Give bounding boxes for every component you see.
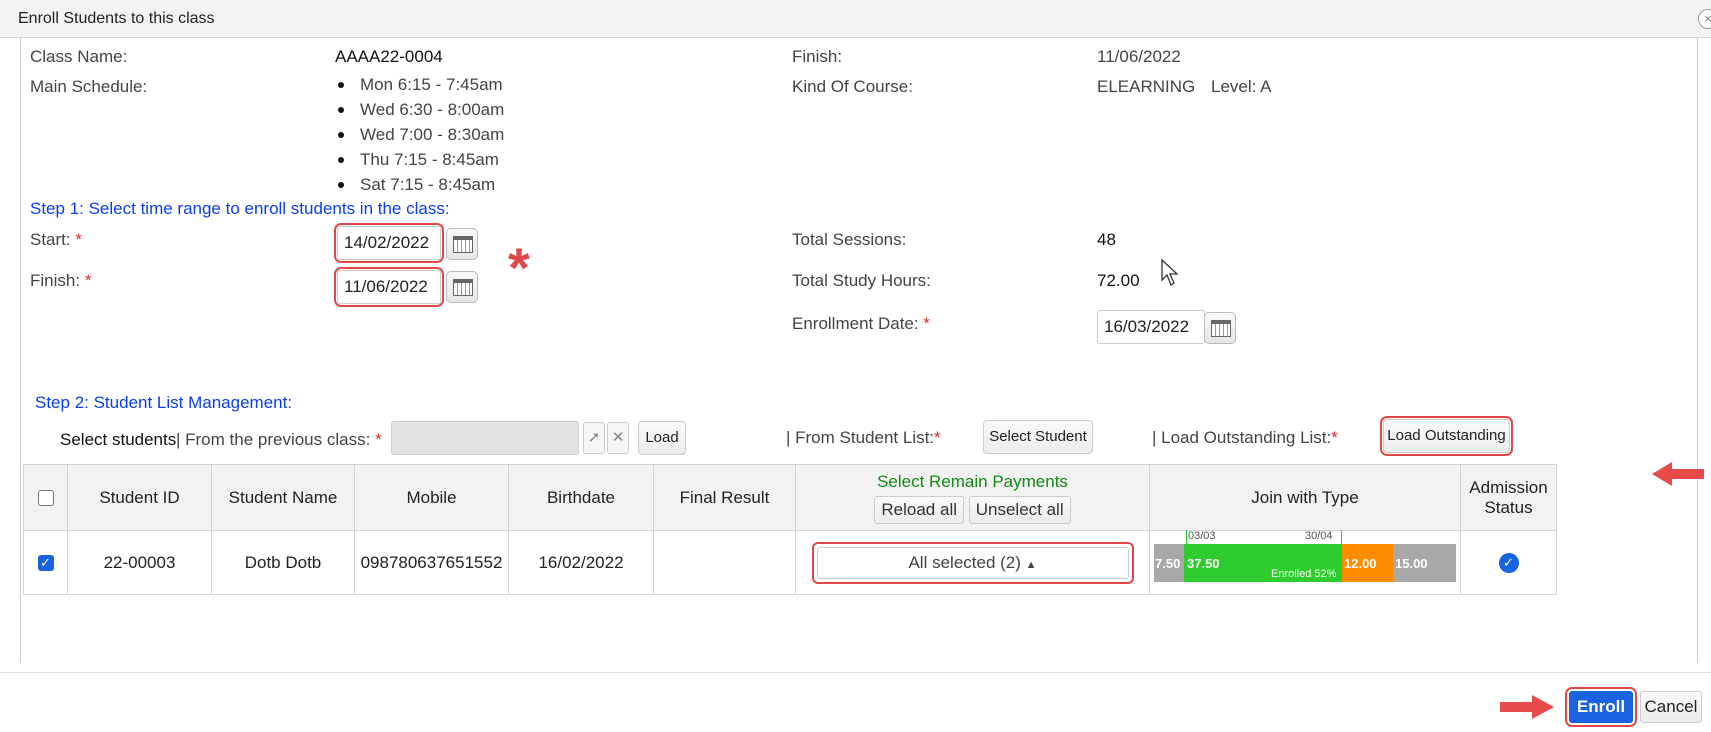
col-student-name: Student Name [211, 464, 355, 531]
enroll-button[interactable]: Enroll [1569, 691, 1633, 723]
cell-student-id: 22-00003 [67, 530, 212, 595]
caret-up-icon: ▲ [1025, 558, 1037, 571]
select-students-label: Select students [60, 430, 177, 449]
col-join-type: Join with Type [1149, 464, 1461, 531]
cell-join-type: 7.50 37.50 Enrolled 52% 12.00 15.00 03/0… [1149, 529, 1461, 595]
reload-all-button[interactable]: Reload all [874, 495, 964, 524]
marker-line [1186, 529, 1187, 546]
remain-payments-title: Select Remain Payments [877, 471, 1068, 491]
schedule-list: Mon 6:15 - 7:45am Wed 6:30 - 8:00am Wed … [334, 72, 504, 197]
col-student-id: Student ID [67, 464, 212, 531]
kind-of-course-value: ELEARNING [1097, 77, 1196, 96]
schedule-item: Thu 7:15 - 8:45am [334, 147, 504, 172]
table-row[interactable]: ✓ 22-00003 Dotb Dotb 098780637651552 16/… [23, 529, 1557, 595]
students-table: Student ID Student Name Mobile Birthdate… [23, 464, 1557, 595]
cell-admission-status: ✓ [1460, 530, 1557, 595]
class-name-value: AAAA22-0004 [335, 47, 443, 66]
unselect-all-button[interactable]: Unselect all [968, 495, 1071, 524]
pointer-icon[interactable]: ➚ [583, 422, 605, 454]
cancel-button[interactable]: Cancel [1640, 691, 1702, 723]
col-mobile: Mobile [354, 464, 509, 531]
step1-heading: Step 1: Select time range to enroll stud… [30, 199, 450, 218]
join-segment: 12.00 [1342, 543, 1393, 582]
total-sessions-label: Total Sessions: [792, 230, 907, 249]
enrollment-date-input[interactable]: 16/03/2022 [1097, 310, 1205, 344]
finish-date-input[interactable]: 11/06/2022 [337, 270, 441, 304]
from-previous-class-label: | From the previous class: * [176, 430, 382, 449]
schedule-item: Sat 7:15 - 8:45am [334, 172, 504, 197]
step2-heading: Step 2: Student List Management: [35, 393, 293, 412]
load-outstanding-button[interactable]: Load Outstanding [1383, 419, 1510, 453]
join-segment: 15.00 [1393, 543, 1456, 582]
row-select-cell[interactable]: ✓ [23, 530, 68, 595]
dialog-content: Class Name: AAAA22-0004 Finish: 11/06/20… [20, 38, 1698, 663]
clear-icon[interactable]: ✕ [607, 422, 629, 454]
footer-divider [0, 672, 1711, 673]
previous-class-input[interactable] [391, 421, 579, 455]
marker-line [1341, 529, 1342, 546]
finish-value: 11/06/2022 [1097, 47, 1181, 66]
schedule-item: Mon 6:15 - 7:45am [334, 72, 504, 97]
main-schedule-label: Main Schedule: [30, 77, 148, 96]
cell-birthdate: 16/02/2022 [508, 530, 654, 595]
cell-student-name: Dotb Dotb [211, 530, 355, 595]
start-date-input[interactable]: 14/02/2022 [337, 226, 441, 260]
col-final-result: Final Result [653, 464, 796, 531]
calendar-icon[interactable] [446, 271, 478, 303]
join-segment: 7.50 [1154, 543, 1184, 582]
enrollment-date-label: Enrollment Date: * [792, 314, 930, 333]
select-all-checkbox[interactable] [37, 490, 54, 507]
total-hours-label: Total Study Hours: [792, 271, 931, 290]
start-label: Start: * [30, 230, 82, 249]
kind-of-course-label: Kind Of Course: [792, 77, 913, 96]
calendar-icon[interactable] [1204, 312, 1236, 344]
marker-left-label: 03/03 [1188, 529, 1216, 542]
from-student-list-label: | From Student List:* [786, 428, 941, 447]
load-outstanding-label: | Load Outstanding List:* [1152, 428, 1338, 447]
payments-dropdown[interactable]: All selected (2) ▲ [816, 546, 1129, 579]
cell-mobile: 098780637651552 [354, 530, 509, 595]
finish-date-label: Finish: * [30, 271, 92, 290]
level-value: Level: A [1211, 77, 1272, 96]
cell-payments: All selected (2) ▲ [795, 530, 1150, 595]
col-birthdate: Birthdate [508, 464, 654, 531]
total-sessions-value: 48 [1097, 230, 1116, 249]
enrolled-percent-label: Enrolled 52% [1271, 567, 1337, 580]
annotation-arrow-right-icon [1500, 695, 1554, 719]
class-name-label: Class Name: [30, 47, 128, 66]
select-student-button[interactable]: Select Student [983, 420, 1093, 454]
row-checkbox[interactable]: ✓ [37, 555, 54, 572]
finish-label: Finish: [792, 47, 843, 66]
marker-right-label: 30/04 [1305, 529, 1333, 542]
dialog-title: Enroll Students to this class [18, 10, 215, 27]
join-segment: 37.50 Enrolled 52% [1184, 543, 1342, 582]
table-header-row: Student ID Student Name Mobile Birthdate… [23, 464, 1557, 531]
total-hours-value: 72.00 [1097, 271, 1140, 290]
calendar-icon[interactable] [446, 228, 478, 260]
col-remain-payments: Select Remain Payments Reload all Unsele… [795, 464, 1150, 531]
cell-final-result [653, 530, 796, 595]
check-circle-icon: ✓ [1498, 552, 1519, 573]
load-button[interactable]: Load [638, 421, 686, 455]
schedule-item: Wed 6:30 - 8:00am [334, 97, 504, 122]
join-type-bar: 7.50 37.50 Enrolled 52% 12.00 15.00 03/0… [1154, 529, 1456, 582]
annotation-arrow-left-icon [1652, 462, 1704, 486]
col-admission-status: Admission Status [1460, 464, 1557, 531]
payments-highlight: All selected (2) ▲ [811, 541, 1134, 584]
mouse-cursor-icon [1161, 258, 1179, 286]
annotation-asterisk: * [508, 236, 530, 299]
schedule-item: Wed 7:00 - 8:30am [334, 122, 504, 147]
close-icon[interactable]: × [1698, 9, 1711, 29]
select-all-header[interactable] [23, 464, 68, 531]
dialog-titlebar: Enroll Students to this class × [0, 0, 1711, 38]
